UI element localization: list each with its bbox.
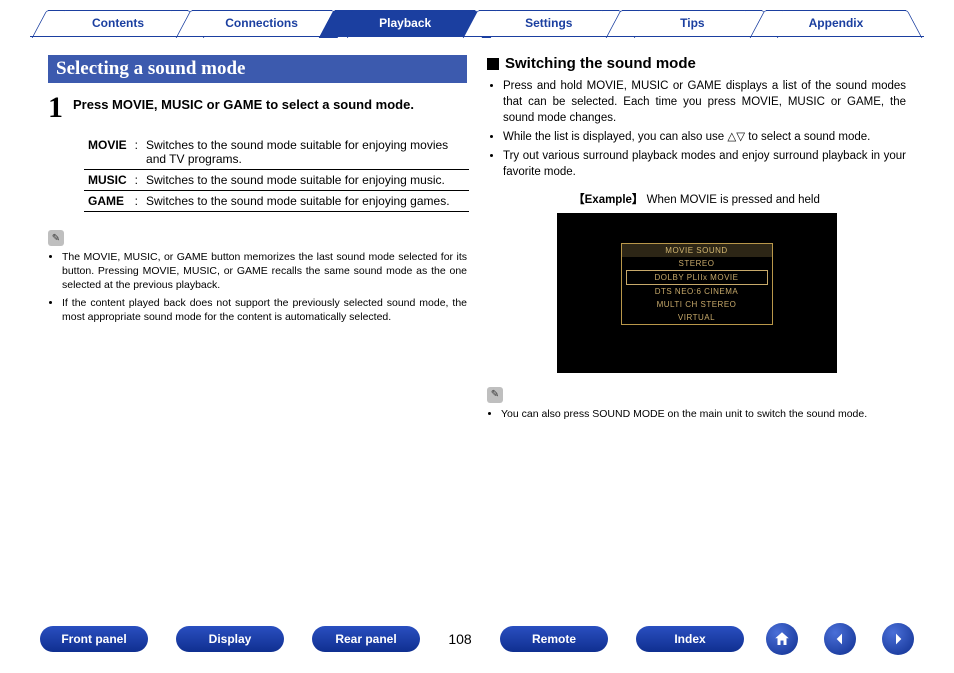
mode-colon: : xyxy=(131,135,142,170)
index-button[interactable]: Index xyxy=(636,626,744,652)
tab-label: Playback xyxy=(379,16,431,30)
left-column: Selecting a sound mode 1 Press MOVIE, MU… xyxy=(48,55,467,424)
bullets-right: Press and hold MOVIE, MUSIC or GAME disp… xyxy=(487,78,906,181)
mode-name: MUSIC xyxy=(84,170,131,191)
notes-list-left: The MOVIE, MUSIC, or GAME button memoriz… xyxy=(48,250,467,324)
tab-connections[interactable]: Connections xyxy=(192,10,332,37)
top-tabs: Contents Connections Playback Settings Tips A… xyxy=(0,0,954,37)
rear-panel-button[interactable]: Rear panel xyxy=(312,626,420,652)
subsection-title: Switching the sound mode xyxy=(505,55,696,72)
mode-colon: : xyxy=(131,191,142,212)
table-row: MUSIC:Switches to the sound mode suitabl… xyxy=(84,170,469,191)
osd-item: DOLBY PLIIx MOVIE xyxy=(626,270,768,285)
note-item: The MOVIE, MUSIC, or GAME button memoriz… xyxy=(62,250,467,293)
example-text: When MOVIE is pressed and held xyxy=(647,194,820,206)
note-text: You can also press SOUND MODE on the mai… xyxy=(501,407,906,421)
tab-label: Contents xyxy=(92,16,144,30)
mode-desc: Switches to the sound mode suitable for … xyxy=(142,135,469,170)
display-button[interactable]: Display xyxy=(176,626,284,652)
tab-tips[interactable]: Tips xyxy=(622,10,762,37)
next-button[interactable] xyxy=(882,623,914,655)
osd-item: STEREO xyxy=(626,257,768,270)
tab-contents[interactable]: Contents xyxy=(48,10,188,37)
mode-name: GAME xyxy=(84,191,131,212)
mode-desc: Switches to the sound mode suitable for … xyxy=(142,191,469,212)
section-heading: Selecting a sound mode xyxy=(48,55,467,83)
step-1: 1 Press MOVIE, MUSIC or GAME to select a… xyxy=(48,93,467,123)
step-number: 1 xyxy=(48,93,63,123)
tab-appendix[interactable]: Appendix xyxy=(766,10,906,37)
prev-button[interactable] xyxy=(824,623,856,655)
mode-colon: : xyxy=(131,170,142,191)
tab-label: Appendix xyxy=(809,16,864,30)
front-panel-button[interactable]: Front panel xyxy=(40,626,148,652)
osd-panel: MOVIE SOUND STEREODOLBY PLIIx MOVIEDTS N… xyxy=(621,243,773,325)
table-row: GAME:Switches to the sound mode suitable… xyxy=(84,191,469,212)
tab-settings[interactable]: Settings xyxy=(479,10,619,37)
osd-item: MULTI CH STEREO xyxy=(626,298,768,311)
tab-label: Tips xyxy=(680,16,704,30)
note-icon: ✎ xyxy=(487,387,503,403)
step-instruction: Press MOVIE, MUSIC or GAME to select a s… xyxy=(73,93,414,123)
table-row: MOVIE:Switches to the sound mode suitabl… xyxy=(84,135,469,170)
tabs-underline xyxy=(30,36,924,37)
osd-item: VIRTUAL xyxy=(626,311,768,324)
right-column: Switching the sound mode Press and hold … xyxy=(487,55,906,424)
bullet-item: While the list is displayed, you can als… xyxy=(503,129,906,145)
example-label: 【Example】 xyxy=(573,194,643,206)
square-bullet-icon xyxy=(487,58,499,70)
example-caption: 【Example】 When MOVIE is pressed and held xyxy=(487,191,906,207)
mode-name: MOVIE xyxy=(84,135,131,170)
note-item: If the content played back does not supp… xyxy=(62,296,467,324)
notes-list-right: You can also press SOUND MODE on the mai… xyxy=(487,407,906,421)
sound-mode-table: MOVIE:Switches to the sound mode suitabl… xyxy=(84,135,469,212)
tab-playback[interactable]: Playback xyxy=(335,10,475,37)
osd-item: DTS NEO:6 CINEMA xyxy=(626,285,768,298)
tab-label: Settings xyxy=(525,16,572,30)
osd-title: MOVIE SOUND xyxy=(622,244,772,257)
home-button[interactable] xyxy=(766,623,798,655)
page-number: 108 xyxy=(430,631,490,647)
mode-desc: Switches to the sound mode suitable for … xyxy=(142,170,469,191)
subsection-heading: Switching the sound mode xyxy=(487,55,906,72)
remote-button[interactable]: Remote xyxy=(500,626,608,652)
footer-nav: Front panel Display Rear panel 108 Remote I… xyxy=(0,623,954,655)
bullet-item: Press and hold MOVIE, MUSIC or GAME disp… xyxy=(503,78,906,126)
note-icon: ✎ xyxy=(48,230,64,246)
bullet-item: Try out various surround playback modes … xyxy=(503,148,906,180)
tab-label: Connections xyxy=(225,16,298,30)
osd-screenshot: MOVIE SOUND STEREODOLBY PLIIx MOVIEDTS N… xyxy=(557,213,837,373)
